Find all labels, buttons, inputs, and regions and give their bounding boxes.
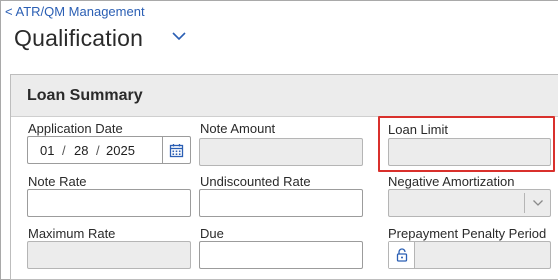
negative-amortization-select: [388, 189, 551, 217]
note-rate-field[interactable]: [27, 189, 191, 217]
title-row: Qualification: [14, 22, 143, 54]
negative-amortization-label: Negative Amortization: [388, 174, 515, 189]
due-label: Due: [200, 226, 224, 241]
application-date-field[interactable]: 01 / 28 / 2025: [27, 136, 191, 164]
due-field[interactable]: [199, 241, 363, 269]
date-day: 28: [74, 143, 89, 158]
prepayment-penalty-period-label: Prepayment Penalty Period: [388, 226, 547, 241]
application-date-label: Application Date: [28, 121, 123, 136]
note-amount-field: [199, 138, 363, 166]
chevron-down-icon[interactable]: [170, 29, 188, 43]
undiscounted-rate-label: Undiscounted Rate: [200, 174, 311, 189]
calendar-icon[interactable]: [162, 136, 190, 164]
date-month: 01: [40, 143, 55, 158]
date-separator: /: [62, 143, 66, 158]
maximum-rate-field: [27, 241, 191, 269]
section-title: Loan Summary: [27, 86, 143, 104]
undiscounted-rate-field[interactable]: [199, 189, 363, 217]
section-header: Loan Summary: [11, 75, 558, 117]
note-amount-label: Note Amount: [200, 121, 276, 136]
loan-limit-highlight: [378, 116, 555, 172]
back-link[interactable]: < ATR/QM Management: [5, 4, 145, 19]
lock-icon[interactable]: [389, 242, 415, 268]
date-year: 2025: [106, 143, 135, 158]
chevron-down-icon: [524, 193, 550, 213]
page-title: Qualification: [14, 24, 144, 51]
date-separator: /: [96, 143, 100, 158]
maximum-rate-label: Maximum Rate: [28, 226, 116, 241]
prepayment-penalty-period-field: [388, 241, 551, 269]
note-rate-label: Note Rate: [28, 174, 87, 189]
